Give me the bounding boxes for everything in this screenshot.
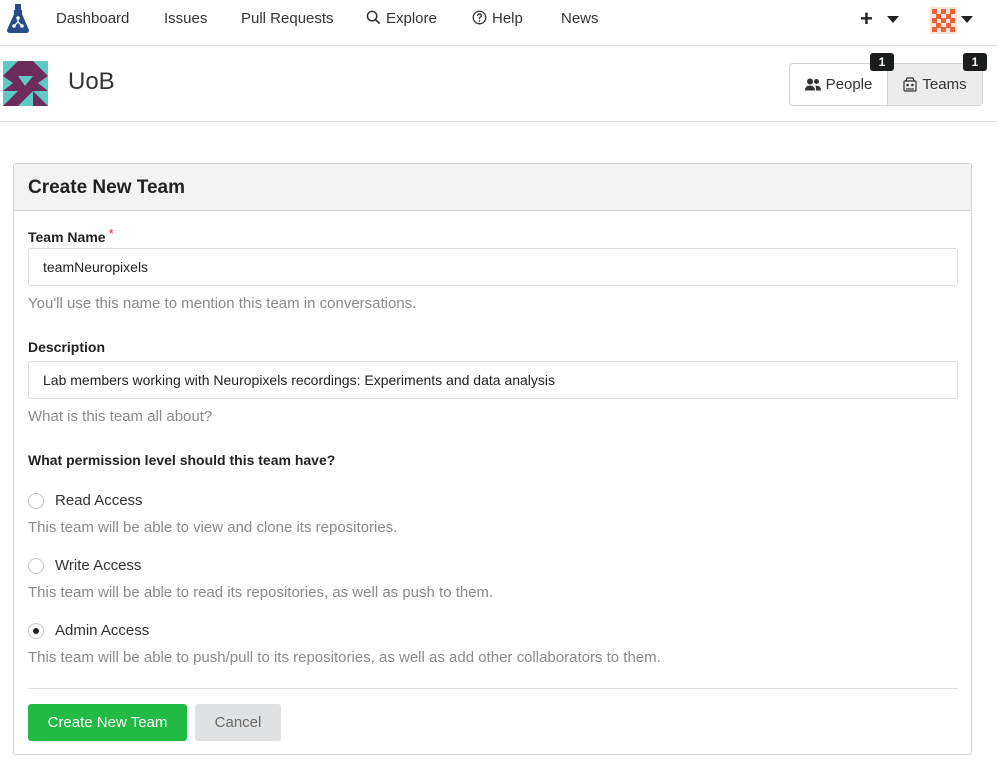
- caret-down-icon[interactable]: [887, 16, 899, 23]
- write-access-label: Write Access: [55, 557, 142, 574]
- description-help: What is this team all about?: [28, 408, 213, 425]
- gitea-logo-icon[interactable]: [6, 4, 30, 34]
- plus-icon[interactable]: +: [860, 6, 873, 32]
- nav-news[interactable]: News: [561, 10, 599, 27]
- create-team-button[interactable]: Create New Team: [28, 704, 187, 741]
- nav-issues[interactable]: Issues: [164, 10, 207, 27]
- admin-access-radio[interactable]: [28, 622, 44, 639]
- radio-write-access[interactable]: Write Access: [28, 557, 141, 574]
- header-divider: [0, 121, 997, 122]
- cancel-button[interactable]: Cancel: [195, 704, 281, 741]
- search-icon: [366, 10, 381, 25]
- org-name: UoB: [68, 68, 115, 95]
- admin-access-label: Admin Access: [55, 622, 150, 639]
- read-access-label: Read Access: [55, 492, 143, 509]
- required-mark: *: [108, 226, 114, 241]
- form-title: Create New Team: [14, 164, 971, 211]
- write-access-radio[interactable]: [28, 557, 44, 574]
- teams-count-badge: 1: [963, 53, 987, 71]
- permission-question: What permission level should this team h…: [28, 452, 336, 468]
- teams-icon: [903, 77, 918, 92]
- radio-admin-access[interactable]: Admin Access: [28, 622, 149, 639]
- form-divider: [28, 688, 958, 689]
- nav-help[interactable]: Help: [472, 10, 523, 27]
- tab-teams-label: Teams: [922, 76, 967, 93]
- top-navbar: Dashboard Issues Pull Requests Explore H…: [0, 0, 997, 46]
- description-input[interactable]: [28, 361, 958, 399]
- team-name-label: Team Name *: [28, 226, 114, 245]
- team-name-input[interactable]: [28, 248, 958, 286]
- nav-explore[interactable]: Explore: [366, 10, 437, 27]
- description-label: Description: [28, 339, 106, 355]
- nav-pull-requests[interactable]: Pull Requests: [241, 10, 334, 27]
- read-access-radio[interactable]: [28, 492, 44, 509]
- user-menu-caret-icon[interactable]: [961, 16, 973, 23]
- create-team-form: Create New Team Team Name* You'll use th…: [13, 163, 972, 755]
- tab-people-label: People: [825, 76, 873, 93]
- radio-read-access[interactable]: Read Access: [28, 492, 143, 509]
- help-circle-icon: [472, 10, 487, 25]
- nav-help-label: Help: [492, 10, 523, 27]
- nav-dashboard[interactable]: Dashboard: [56, 10, 129, 27]
- write-access-help: This team will be able to read its repos…: [28, 584, 494, 601]
- people-count-badge: 1: [870, 53, 894, 71]
- team-name-label-text: Team Name: [28, 229, 106, 245]
- admin-access-help: This team will be able to push/pull to i…: [28, 649, 661, 666]
- user-avatar-icon[interactable]: [930, 7, 957, 34]
- org-avatar-icon: [3, 61, 48, 106]
- team-name-help: You'll use this name to mention this tea…: [28, 295, 417, 312]
- read-access-help: This team will be able to view and clone…: [28, 519, 398, 536]
- people-icon: [804, 78, 821, 91]
- nav-explore-label: Explore: [386, 10, 437, 27]
